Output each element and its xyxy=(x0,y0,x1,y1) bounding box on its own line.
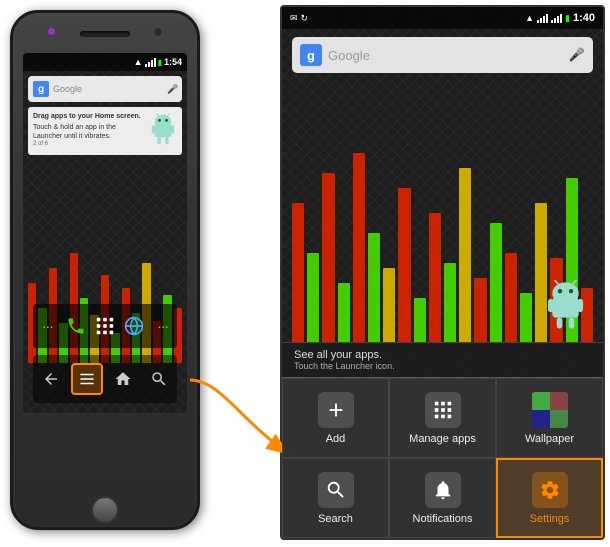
add-icon xyxy=(318,392,354,428)
android-bot-right xyxy=(543,278,588,338)
menu-item-search[interactable]: Search xyxy=(282,458,389,538)
phone-dock-left: ··· xyxy=(33,304,177,348)
phone-home-button[interactable] xyxy=(91,496,119,524)
google-logo-right: g xyxy=(300,44,322,66)
search-placeholder-right: Google xyxy=(322,48,569,63)
menu-item-notifications-label: Notifications xyxy=(413,513,473,525)
android-bot-left xyxy=(149,112,177,147)
nav-menu-btn[interactable] xyxy=(71,363,103,395)
nav-home-btn[interactable] xyxy=(107,363,139,395)
menu-item-add-label: Add xyxy=(326,433,346,445)
dock-more-right[interactable]: ··· xyxy=(149,312,177,340)
manage-apps-icon xyxy=(425,392,461,428)
mic-icon-left: 🎤 xyxy=(167,84,177,94)
status-time-left: 1:54 xyxy=(164,57,182,67)
status-left-icons: ✉ ↻ xyxy=(290,13,308,24)
see-all-bar: See all your apps. Touch the Launcher ic… xyxy=(282,342,603,377)
menu-item-settings[interactable]: Settings xyxy=(496,458,603,538)
search-icon xyxy=(318,472,354,508)
settings-icon xyxy=(532,472,568,508)
menu-item-wallpaper[interactable]: Wallpaper xyxy=(496,378,603,458)
wifi-icon-right: ▲ xyxy=(525,13,534,23)
menu-item-search-label: Search xyxy=(318,513,353,525)
battery-icon-right: ▮ xyxy=(565,13,570,24)
dock-browser[interactable] xyxy=(120,312,148,340)
tutorial-body: Touch & hold an app in the Launcher unti… xyxy=(33,123,145,141)
status-bar-right: ✉ ↻ ▲ ▮ 1:40 xyxy=(282,7,603,29)
dock-more-left[interactable]: ··· xyxy=(33,312,61,340)
menu-item-settings-label: Settings xyxy=(530,513,570,525)
status-icons-left: ▲ ▮ 1:54 xyxy=(134,57,182,67)
menu-item-manage-apps-label: Manage apps xyxy=(409,433,476,445)
search-widget-left[interactable]: g Google 🎤 xyxy=(28,76,182,102)
menu-item-notifications[interactable]: Notifications xyxy=(389,458,496,538)
search-placeholder-left: Google xyxy=(49,84,167,94)
google-logo-left: g xyxy=(33,81,49,97)
right-screen: ✉ ↻ ▲ ▮ 1:40 g Google 🎤 xyxy=(280,5,605,540)
search-widget-right[interactable]: g Google 🎤 xyxy=(292,37,593,73)
phone-camera xyxy=(154,28,162,36)
nav-back-btn[interactable] xyxy=(35,363,67,395)
signal-icon-right xyxy=(537,13,548,23)
dock-launcher[interactable] xyxy=(91,312,119,340)
status-time-right: 1:40 xyxy=(573,12,595,24)
see-all-sub: Touch the Launcher icon. xyxy=(294,361,591,371)
tutorial-title: Drag apps to your Home screen. xyxy=(33,112,145,121)
tutorial-counter: 2 of 6 xyxy=(33,141,145,147)
signal-icon xyxy=(145,57,156,67)
signal-icon-right2 xyxy=(551,13,562,23)
menu-item-wallpaper-label: Wallpaper xyxy=(525,433,574,445)
phone-screen-left: ▲ ▮ 1:54 g Google 🎤 xyxy=(23,53,187,413)
dock-phone[interactable] xyxy=(62,312,90,340)
menu-item-add[interactable]: Add xyxy=(282,378,389,458)
email-icon: ✉ xyxy=(290,13,298,24)
status-right-icons: ▲ ▮ 1:40 xyxy=(525,12,595,24)
context-menu-overlay: See all your apps. Touch the Launcher ic… xyxy=(282,342,603,538)
context-menu-grid: Add Manage ap xyxy=(282,377,603,538)
menu-item-manage-apps[interactable]: Manage apps xyxy=(389,378,496,458)
sync-icon: ↻ xyxy=(301,13,309,24)
screen-background-left: ▲ ▮ 1:54 g Google 🎤 xyxy=(23,53,187,413)
status-bar-left: ▲ ▮ 1:54 xyxy=(23,53,187,71)
notifications-icon xyxy=(425,472,461,508)
phone-nav-left xyxy=(33,355,177,403)
wifi-icon: ▲ xyxy=(134,57,143,67)
phone-led xyxy=(48,28,55,35)
mic-icon-right: 🎤 xyxy=(569,47,585,63)
see-all-text: See all your apps. xyxy=(294,349,591,361)
wallpaper-thumb xyxy=(532,392,568,428)
phone-speaker xyxy=(80,31,130,37)
tutorial-card: Drag apps to your Home screen. Touch & h… xyxy=(28,107,182,155)
